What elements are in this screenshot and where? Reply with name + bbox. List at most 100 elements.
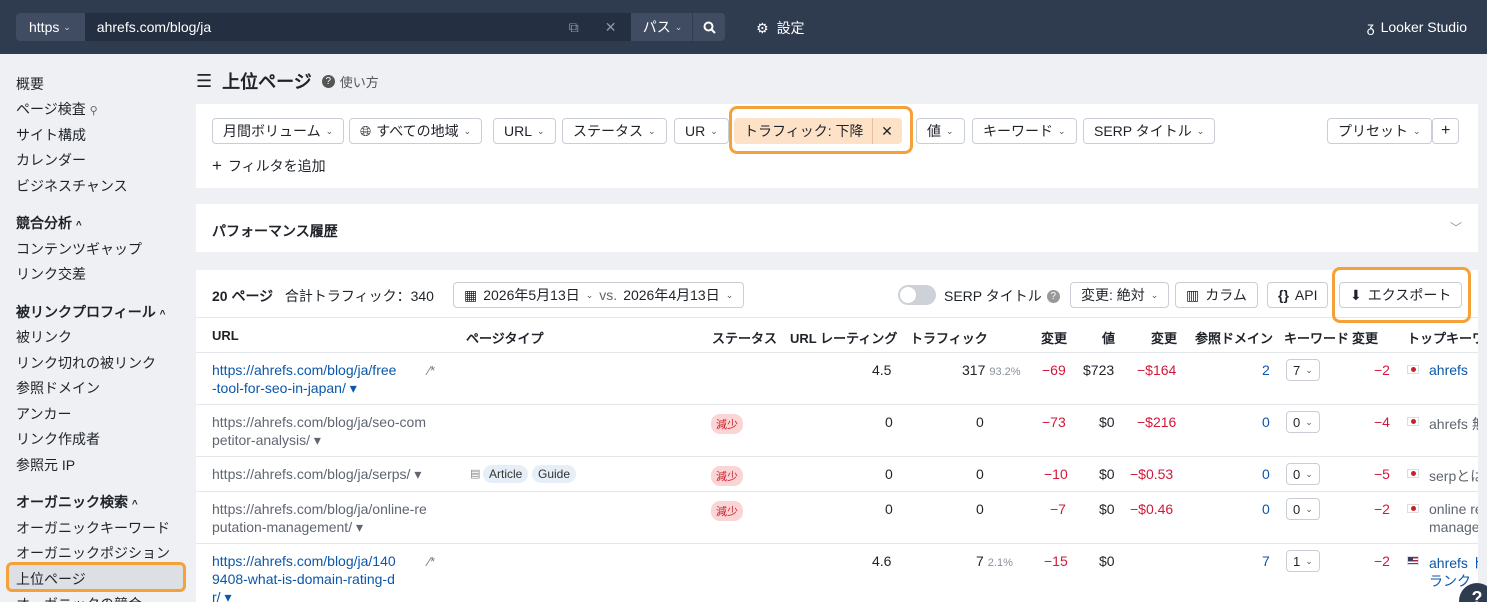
sidebar-item-organic-positions[interactable]: オーガニックポジション	[16, 543, 170, 563]
sidebar-item-link-authors[interactable]: リンク作成者	[16, 429, 100, 449]
add-filter-button[interactable]: + フィルタを追加	[212, 156, 326, 176]
row-top-keyword[interactable]: ahrefs 無	[1429, 414, 1478, 434]
filter-status[interactable]: ステータス ⌄	[562, 118, 667, 144]
row-keywords-select[interactable]: 7 ⌄	[1286, 359, 1320, 381]
row-keywords: 0	[1293, 501, 1301, 517]
row-url-cont[interactable]: 9408-what-is-domain-rating-d	[212, 571, 395, 587]
header-referring-domains[interactable]: 参照ドメイン	[1195, 328, 1273, 347]
sidebar-item-backlinks[interactable]: 被リンク	[16, 327, 72, 347]
row-top-keyword[interactable]: ahrefs ド	[1429, 553, 1478, 573]
sidebar-item-organic-keywords[interactable]: オーガニックキーワード	[16, 518, 170, 538]
search-button[interactable]	[692, 13, 726, 41]
header-keywords[interactable]: キーワード	[1284, 328, 1349, 347]
row-url-cont[interactable]: petitor-analysis/ ▾	[212, 432, 321, 449]
url-value: ahrefs.com/blog/ja	[96, 19, 212, 35]
sidebar-section-organic[interactable]: オーガニック検索 ^	[16, 492, 138, 512]
row-top-keyword[interactable]: online re	[1429, 501, 1478, 517]
row-referring-domains[interactable]: 7	[1262, 553, 1270, 569]
looker-studio-button[interactable]: ᵹ Looker Studio	[1367, 19, 1467, 35]
api-button[interactable]: {} API	[1267, 282, 1329, 308]
header-value-change[interactable]: 変更	[1151, 328, 1177, 347]
menu-icon[interactable]: ☰	[196, 71, 212, 92]
chevron-down-icon[interactable]: ﹀	[1450, 219, 1462, 236]
row-url[interactable]: https://ahrefs.com/blog/ja/free	[212, 362, 396, 378]
change-mode-select[interactable]: 変更: 絶対 ⌄	[1070, 282, 1170, 308]
sidebar-item-opportunities[interactable]: ビジネスチャンス	[16, 176, 128, 196]
sidebar-item-calendar[interactable]: カレンダー	[16, 150, 86, 170]
preset-select[interactable]: プリセット ⌄	[1327, 118, 1432, 144]
filter-serp-title[interactable]: SERP タイトル ⌄	[1083, 118, 1216, 144]
table-row: https://ahrefs.com/blog/ja/140 9408-what…	[196, 544, 1478, 602]
chevron-down-icon: ⌄	[1305, 416, 1313, 427]
sidebar-item-link-intersect[interactable]: リンク交差	[16, 264, 86, 284]
row-keywords-select[interactable]: 0 ⌄	[1286, 498, 1320, 520]
external-link-icon[interactable]: ⧉	[569, 19, 579, 36]
protocol-select[interactable]: https ⌄	[16, 13, 85, 41]
filter-keyword[interactable]: キーワード ⌄	[972, 118, 1077, 144]
row-top-keyword[interactable]: serpとは	[1429, 466, 1478, 486]
help-link[interactable]: ? 使い方	[321, 72, 379, 91]
filter-url[interactable]: URL ⌄	[493, 118, 556, 144]
header-traffic[interactable]: トラフィック	[910, 328, 988, 347]
row-url[interactable]: https://ahrefs.com/blog/ja/online-re	[212, 501, 427, 517]
sidebar-section-backlinks[interactable]: 被リンクプロフィール ^	[16, 302, 165, 322]
serp-title-toggle[interactable]	[898, 285, 936, 305]
filter-value[interactable]: 値 ⌄	[916, 118, 965, 144]
columns-button[interactable]: ▥ カラム	[1175, 282, 1258, 308]
serp-title-toggle-label: SERP タイトル?	[944, 286, 1060, 306]
sidebar-item-page-inspect[interactable]: ページ検査 ⚲	[16, 99, 98, 119]
header-keywords-change[interactable]: 変更	[1352, 328, 1378, 347]
chevron-down-icon: ⌄	[1150, 289, 1159, 300]
row-keywords-change: −2	[1374, 362, 1390, 378]
filter-label: 月間ボリューム	[223, 123, 321, 139]
row-referring-domains[interactable]: 0	[1262, 466, 1270, 482]
row-url[interactable]: https://ahrefs.com/blog/ja/140	[212, 553, 396, 569]
sidebar-item-organic-competitors[interactable]: オーガニックの競合	[16, 594, 142, 602]
header-value[interactable]: 値	[1102, 328, 1115, 347]
header-traffic-change[interactable]: 変更	[1041, 328, 1067, 347]
pagetype-tag: Article	[483, 465, 529, 483]
settings-button[interactable]: ⚙ 設定	[756, 18, 805, 38]
row-url[interactable]: https://ahrefs.com/blog/ja/seo-com	[212, 414, 426, 430]
row-top-keyword-cont[interactable]: manage	[1429, 519, 1478, 535]
sidebar-item-content-gap[interactable]: コンテンツギャップ	[16, 239, 142, 259]
filter-ur[interactable]: UR ⌄	[674, 118, 729, 144]
header-status[interactable]: ステータス	[712, 328, 777, 347]
sidebar-item-top-pages[interactable]: 上位ページ	[16, 569, 86, 589]
header-url[interactable]: URL	[212, 328, 239, 343]
sidebar-item-site-structure[interactable]: サイト構成	[16, 125, 86, 145]
date-compare-select[interactable]: ▦ 2026年5月13日 ⌄ vs. 2026年4月13日 ⌄	[453, 282, 745, 308]
row-referring-domains[interactable]: 2	[1262, 362, 1270, 378]
sidebar-section-competitive[interactable]: 競合分析 ^	[16, 213, 82, 233]
header-top-keyword[interactable]: トップキーワ	[1407, 328, 1478, 347]
row-top-keyword[interactable]: ahrefs	[1429, 362, 1468, 378]
clear-icon[interactable]: ✕	[605, 19, 617, 36]
sidebar-item-overview[interactable]: 概要	[16, 74, 44, 94]
filter-region[interactable]: 🌐︎ すべての地域 ⌄	[349, 118, 483, 144]
row-keywords-select[interactable]: 0 ⌄	[1286, 463, 1320, 485]
row-keywords-select[interactable]: 0 ⌄	[1286, 411, 1320, 433]
add-preset-button[interactable]: +	[1432, 118, 1460, 144]
mode-select[interactable]: パス ⌄	[630, 13, 693, 41]
row-keywords-select[interactable]: 1 ⌄	[1286, 550, 1320, 572]
header-url-rating[interactable]: URL レーティング	[790, 328, 897, 347]
url-input[interactable]: ahrefs.com/blog/ja ⧉ ✕	[84, 13, 631, 41]
sidebar-item-referring-ips[interactable]: 参照元 IP	[16, 455, 75, 475]
magic-wand-icon[interactable]: ⁄*	[428, 363, 435, 378]
row-referring-domains[interactable]: 0	[1262, 501, 1270, 517]
row-referring-domains[interactable]: 0	[1262, 414, 1270, 430]
code-braces-icon: {}	[1278, 287, 1289, 303]
magic-wand-icon[interactable]: ⁄*	[428, 554, 435, 569]
sidebar-item-broken-backlinks[interactable]: リンク切れの被リンク	[16, 353, 156, 373]
header-pagetype[interactable]: ページタイプ	[466, 328, 543, 347]
chevron-down-icon: ⌄	[946, 125, 954, 136]
performance-history-panel[interactable]: パフォーマンス履歴 ﹀	[196, 204, 1478, 252]
filter-volume[interactable]: 月間ボリューム ⌄	[212, 118, 345, 144]
row-url-cont[interactable]: putation-management/ ▾	[212, 519, 363, 536]
row-url-cont[interactable]: r/ ▾	[212, 589, 231, 602]
sidebar-item-referring-domains[interactable]: 参照ドメイン	[16, 378, 100, 398]
row-url[interactable]: https://ahrefs.com/blog/ja/serps/ ▾	[212, 466, 421, 483]
sidebar-item-anchors[interactable]: アンカー	[16, 404, 71, 424]
question-icon[interactable]: ?	[1046, 289, 1060, 303]
row-url-cont[interactable]: -tool-for-seo-in-japan/ ▾	[212, 380, 357, 397]
